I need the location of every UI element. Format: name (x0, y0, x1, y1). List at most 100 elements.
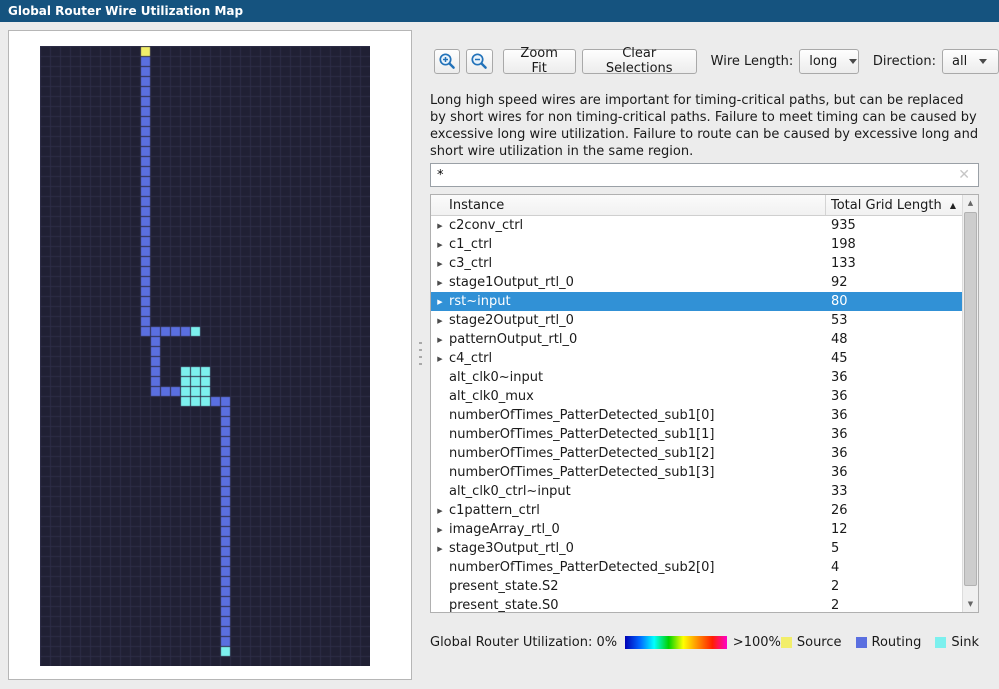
instance-name: alt_clk0_ctrl~input (449, 484, 826, 499)
grid-length-value: 48 (826, 332, 962, 347)
instance-name: numberOfTimes_PatterDetected_sub1[3] (449, 465, 826, 480)
legend-bar: Global Router Utilization: 0% >100% Sour… (430, 633, 979, 651)
column-header-label: Total Grid Length (831, 198, 942, 213)
grid-length-value: 36 (826, 389, 962, 404)
scroll-down-icon: ▼ (968, 600, 973, 608)
table-row[interactable]: numberOfTimes_PatterDetected_sub1[0]36 (431, 406, 962, 425)
grid-length-value: 133 (826, 256, 962, 271)
zoom-in-button[interactable] (434, 49, 460, 74)
grid-length-value: 53 (826, 313, 962, 328)
source-swatch (781, 637, 792, 648)
zoom-in-icon (438, 52, 456, 70)
table-row[interactable]: numberOfTimes_PatterDetected_sub1[3]36 (431, 463, 962, 482)
grid-length-value: 4 (826, 560, 962, 575)
grid-length-value: 36 (826, 446, 962, 461)
instance-name: alt_clk0_mux (449, 389, 826, 404)
table-row[interactable]: present_state.S22 (431, 577, 962, 596)
zoom-fit-button[interactable]: Zoom Fit (503, 49, 576, 74)
table-row[interactable]: ▶stage3Output_rtl_05 (431, 539, 962, 558)
legend-item: Sink (935, 635, 979, 650)
expand-arrow-icon[interactable]: ▶ (431, 298, 449, 306)
grid-length-value: 2 (826, 579, 962, 594)
map-panel (8, 30, 412, 680)
instance-name: c1pattern_ctrl (449, 503, 826, 518)
instance-name: alt_clk0~input (449, 370, 826, 385)
utilization-map[interactable] (40, 46, 370, 666)
expand-arrow-icon[interactable]: ▶ (431, 317, 449, 325)
direction-select[interactable]: all (942, 49, 999, 74)
instance-table: Instance Total Grid Length ▲ ▶c2conv_ctr… (430, 194, 979, 613)
over-100-label: >100% (733, 635, 781, 650)
legend-item: Routing (856, 635, 922, 650)
expand-arrow-icon[interactable]: ▶ (431, 222, 449, 230)
table-row[interactable]: alt_clk0_mux36 (431, 387, 962, 406)
scroll-down-button[interactable]: ▼ (963, 596, 978, 612)
table-scrollbar[interactable]: ▲ ▼ (962, 195, 978, 612)
column-header-total-grid-length[interactable]: Total Grid Length ▲ (826, 195, 962, 215)
expand-arrow-icon[interactable]: ▶ (431, 355, 449, 363)
legend-items: Source Routing Sink (781, 635, 979, 650)
grid-length-value: 92 (826, 275, 962, 290)
table-row[interactable]: ▶c1_ctrl198 (431, 235, 962, 254)
grid-length-value: 45 (826, 351, 962, 366)
wire-length-select[interactable]: long (799, 49, 859, 74)
table-row[interactable]: ▶c1pattern_ctrl26 (431, 501, 962, 520)
window-title: Global Router Wire Utilization Map (8, 4, 243, 18)
expand-arrow-icon[interactable]: ▶ (431, 545, 449, 553)
table-row[interactable]: numberOfTimes_PatterDetected_sub2[0]4 (431, 558, 962, 577)
column-header-instance[interactable]: Instance (431, 195, 826, 215)
table-header: Instance Total Grid Length ▲ (431, 195, 962, 216)
table-row[interactable]: ▶stage1Output_rtl_092 (431, 273, 962, 292)
table-row[interactable]: ▶patternOutput_rtl_048 (431, 330, 962, 349)
instance-name: numberOfTimes_PatterDetected_sub1[2] (449, 446, 826, 461)
grid-length-value: 935 (826, 218, 962, 233)
clear-selections-button[interactable]: Clear Selections (582, 49, 697, 74)
expand-arrow-icon[interactable]: ▶ (431, 526, 449, 534)
scrollbar-thumb[interactable] (964, 212, 977, 586)
instance-name: numberOfTimes_PatterDetected_sub1[1] (449, 427, 826, 442)
utilization-gradient (625, 636, 727, 649)
instance-name: c2conv_ctrl (449, 218, 826, 233)
filter-box: ✕ (430, 163, 979, 187)
table-row[interactable]: alt_clk0_ctrl~input33 (431, 482, 962, 501)
instance-name: c4_ctrl (449, 351, 826, 366)
table-row[interactable]: ▶imageArray_rtl_012 (431, 520, 962, 539)
wire-length-label: Wire Length: (711, 54, 794, 69)
grid-length-value: 36 (826, 408, 962, 423)
utilization-label: Global Router Utilization: 0% (430, 635, 617, 650)
filter-input[interactable] (437, 168, 958, 183)
table-row[interactable]: ▶c3_ctrl133 (431, 254, 962, 273)
legend-item-label: Sink (951, 635, 979, 650)
sort-ascending-icon: ▲ (950, 201, 956, 210)
grid-length-value: 12 (826, 522, 962, 537)
expand-arrow-icon[interactable]: ▶ (431, 336, 449, 344)
legend-item: Source (781, 635, 842, 650)
table-row[interactable]: numberOfTimes_PatterDetected_sub1[2]36 (431, 444, 962, 463)
table-row[interactable]: numberOfTimes_PatterDetected_sub1[1]36 (431, 425, 962, 444)
expand-arrow-icon[interactable]: ▶ (431, 507, 449, 515)
grid-length-value: 36 (826, 427, 962, 442)
expand-arrow-icon[interactable]: ▶ (431, 279, 449, 287)
instance-name: rst~input (449, 294, 826, 309)
grid-length-value: 26 (826, 503, 962, 518)
expand-arrow-icon[interactable]: ▶ (431, 241, 449, 249)
instance-name: imageArray_rtl_0 (449, 522, 826, 537)
legend-item-label: Source (797, 635, 842, 650)
instance-table-body: ▶c2conv_ctrl935▶c1_ctrl198▶c3_ctrl133▶st… (431, 216, 962, 613)
direction-label: Direction: (873, 54, 936, 69)
window-titlebar: Global Router Wire Utilization Map (0, 0, 999, 22)
description-text: Long high speed wires are important for … (430, 92, 980, 160)
table-row[interactable]: alt_clk0~input36 (431, 368, 962, 387)
expand-arrow-icon[interactable]: ▶ (431, 260, 449, 268)
instance-name: stage1Output_rtl_0 (449, 275, 826, 290)
table-row[interactable]: ▶c2conv_ctrl935 (431, 216, 962, 235)
table-row[interactable]: present_state.S02 (431, 596, 962, 613)
clear-filter-icon[interactable]: ✕ (958, 168, 970, 182)
zoom-out-button[interactable] (466, 49, 492, 74)
instance-name: stage2Output_rtl_0 (449, 313, 826, 328)
table-row[interactable]: ▶c4_ctrl45 (431, 349, 962, 368)
table-row[interactable]: ▶rst~input80 (431, 292, 962, 311)
panel-splitter[interactable] (412, 30, 429, 680)
scroll-up-button[interactable]: ▲ (963, 195, 978, 211)
table-row[interactable]: ▶stage2Output_rtl_053 (431, 311, 962, 330)
